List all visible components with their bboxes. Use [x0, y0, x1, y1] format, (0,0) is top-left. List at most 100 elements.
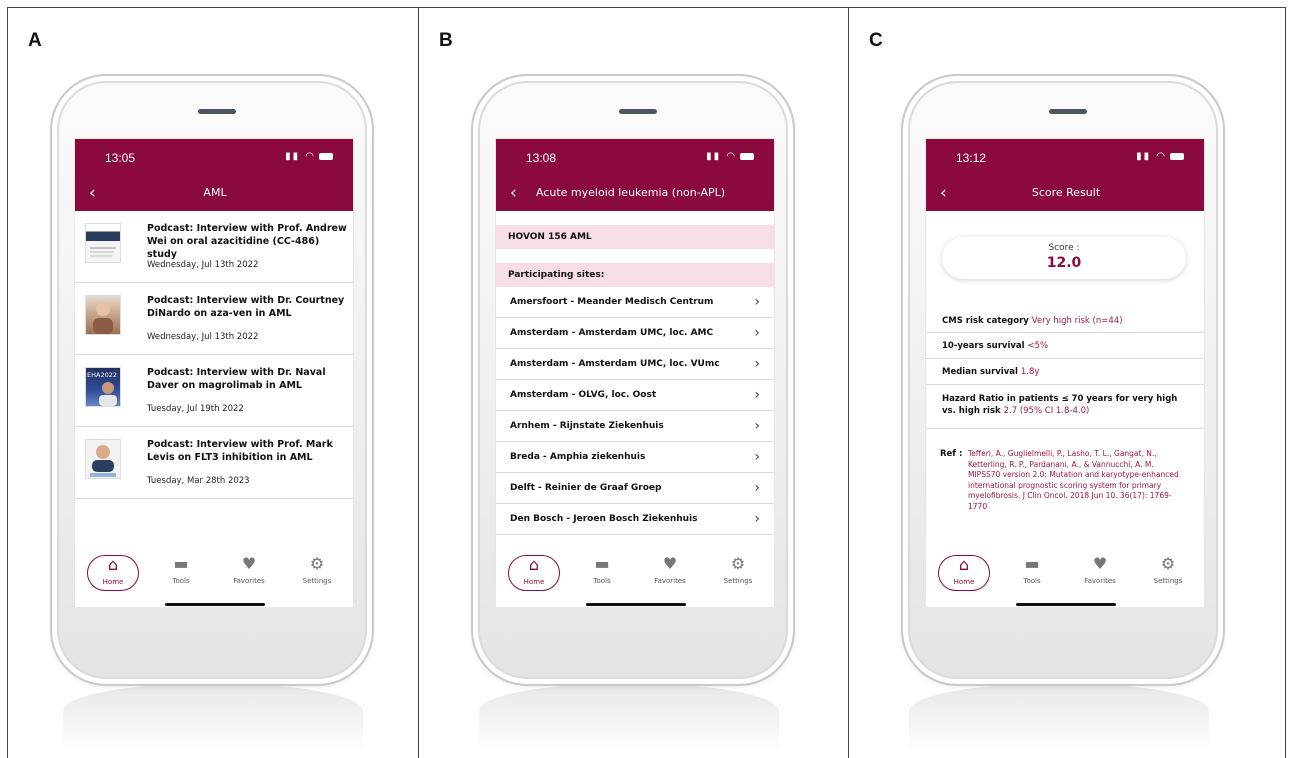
heart-icon: ♥ [1092, 554, 1108, 573]
podcast-thumbnail: EHA2022 [85, 367, 121, 407]
podcast-title: Podcast: Interview with Dr. Naval Daver … [147, 367, 326, 391]
figure-frame-right [1285, 7, 1286, 758]
panel-b: B 13:08 ▮▮ ◠ ‹ Acute myeloid leukemia (n… [419, 8, 848, 758]
tab-settings[interactable]: ⚙ Settings [291, 555, 343, 591]
site-name: Amersfoort - Meander Medisch Centrum [510, 297, 714, 307]
site-row[interactable]: Den Bosch - Jeroen Bosch Ziekenhuis › [496, 504, 774, 535]
page-title: AML [203, 186, 227, 199]
page-title: Acute myeloid leukemia (non-APL) [536, 186, 726, 199]
podcast-thumbnail [85, 295, 121, 335]
result-label: Median survival [942, 367, 1018, 377]
reference-text: Tefferi, A., Guglielmelli, P., Lasho, T.… [968, 449, 1179, 511]
podcast-date: Wednesday, Jul 13th 2022 [147, 332, 259, 342]
phone-speaker [1049, 109, 1087, 114]
nav-bar: ‹ Acute myeloid leukemia (non-APL) [496, 177, 774, 211]
tab-label: Tools [1023, 577, 1041, 585]
signal-icon: ▮▮ [285, 151, 301, 162]
site-name: Delft - Reinier de Graaf Groep [510, 483, 662, 493]
score-label: Score : [1048, 243, 1080, 253]
list-item[interactable]: Podcast: Interview with Dr. Courtney DiN… [75, 283, 353, 355]
tab-tools[interactable]: ▬ Tools [576, 555, 628, 591]
person-photo-icon [93, 302, 113, 334]
site-row[interactable]: Delft - Reinier de Graaf Groep › [496, 473, 774, 504]
back-chevron-icon[interactable]: ‹ [510, 183, 517, 203]
tab-home[interactable]: ⌂ Home [87, 555, 139, 591]
list-item[interactable]: Podcast: Interview with Prof. Mark Levis… [75, 427, 353, 499]
tab-favorites[interactable]: ♥ Favorites [644, 555, 696, 591]
gear-icon: ⚙ [1160, 554, 1176, 573]
site-row[interactable]: Arnhem - Rijnstate Ziekenhuis › [496, 411, 774, 442]
tab-bar: ⌂ Home ▬ Tools ♥ Favorites ⚙ Settings [926, 541, 1204, 607]
heart-icon: ♥ [241, 554, 257, 573]
wifi-icon: ◠ [726, 151, 737, 162]
status-time: 13:05 [105, 151, 136, 165]
podcast-title: Podcast: Interview with Dr. Courtney DiN… [147, 295, 345, 319]
tab-label: Home [523, 578, 545, 586]
podcast-title: Podcast: Interview with Prof. Mark Levis… [147, 439, 333, 463]
tab-label: Tools [593, 577, 611, 585]
result-row: Hazard Ratio in patients ≤ 70 years for … [926, 385, 1204, 429]
result-label: CMS risk category [942, 316, 1029, 326]
status-icons: ▮▮ ◠ [706, 151, 754, 162]
podcast-title: Podcast: Interview with Prof. Andrew Wei… [147, 223, 347, 260]
panel-c: C 13:12 ▮▮ ◠ ‹ Score Result Score : 12.0… [849, 8, 1285, 758]
chevron-right-icon: › [754, 511, 760, 527]
site-name: Den Bosch - Jeroen Bosch Ziekenhuis [510, 514, 698, 524]
podcast-date: Wednesday, Jul 13th 2022 [147, 260, 259, 270]
battery-icon [1170, 152, 1184, 160]
tab-settings[interactable]: ⚙ Settings [1142, 555, 1194, 591]
list-item[interactable]: EHA2022 Podcast: Interview with Dr. Nava… [75, 355, 353, 427]
phone-frame: 13:12 ▮▮ ◠ ‹ Score Result Score : 12.0 C… [901, 74, 1225, 686]
result-row: Median survival 1.8y [926, 359, 1204, 385]
site-name: Arnhem - Rijnstate Ziekenhuis [510, 421, 664, 431]
tab-label: Home [102, 578, 124, 586]
result-value: Very high risk (n=44) [1031, 316, 1123, 326]
site-row[interactable]: Amsterdam - Amsterdam UMC, loc. AMC › [496, 318, 774, 349]
podcast-list: Podcast: Interview with Prof. Andrew Wei… [75, 211, 353, 541]
panel-letter: A [28, 30, 42, 51]
phone-speaker [619, 109, 657, 114]
result-label: 10-years survival [942, 341, 1025, 351]
phone-reflection [909, 683, 1209, 753]
chevron-right-icon: › [754, 325, 760, 341]
tab-favorites[interactable]: ♥ Favorites [1074, 555, 1126, 591]
status-time: 13:08 [526, 151, 557, 165]
site-row[interactable]: Amersfoort - Meander Medisch Centrum › [496, 287, 774, 318]
wifi-icon: ◠ [305, 151, 316, 162]
reference-label: Ref : [940, 449, 963, 459]
gear-icon: ⚙ [730, 554, 746, 573]
tab-tools[interactable]: ▬ Tools [1006, 555, 1058, 591]
list-item[interactable]: Podcast: Interview with Prof. Andrew Wei… [75, 211, 353, 283]
tab-settings[interactable]: ⚙ Settings [712, 555, 764, 591]
score-result: Score : 12.0 CMS risk category Very high… [926, 211, 1204, 541]
phone-reflection [479, 683, 779, 753]
home-indicator [1016, 603, 1116, 606]
toolbox-icon: ▬ [594, 554, 610, 573]
tab-label: Favorites [1084, 577, 1116, 585]
podcast-thumbnail [85, 223, 121, 263]
score-card: Score : 12.0 [942, 237, 1186, 279]
status-bar: 13:08 ▮▮ ◠ [496, 139, 774, 177]
site-row[interactable]: Amsterdam - OLVG, loc. Oost › [496, 380, 774, 411]
heart-icon: ♥ [662, 554, 678, 573]
chevron-right-icon: › [754, 356, 760, 372]
result-value: 2.7 (95% CI 1.8-4.0) [1003, 406, 1090, 416]
tab-tools[interactable]: ▬ Tools [155, 555, 207, 591]
person-photo-icon: EHA2022 [87, 371, 117, 406]
site-row[interactable]: Breda - Amphia ziekenhuis › [496, 442, 774, 473]
tab-home[interactable]: ⌂ Home [938, 555, 990, 591]
panel-a: A 13:05 ▮▮ ◠ ‹ AML Podcast: Interview wi… [8, 8, 418, 758]
tab-home[interactable]: ⌂ Home [508, 555, 560, 591]
home-icon: ⌂ [528, 555, 540, 574]
tab-bar: ⌂ Home ▬ Tools ♥ Favorites ⚙ Settings [496, 541, 774, 607]
tab-bar: ⌂ Home ▬ Tools ♥ Favorites ⚙ Settings [75, 541, 353, 607]
phone-reflection [63, 683, 363, 753]
tab-label: Favorites [654, 577, 686, 585]
podcast-date: Tuesday, Mar 28th 2023 [147, 476, 250, 486]
tab-favorites[interactable]: ♥ Favorites [223, 555, 275, 591]
site-row[interactable]: Amsterdam - Amsterdam UMC, loc. VUmc › [496, 349, 774, 380]
chevron-right-icon: › [754, 387, 760, 403]
result-row: CMS risk category Very high risk (n=44) [926, 309, 1204, 333]
phone-frame: 13:05 ▮▮ ◠ ‹ AML Podcast: Interview with… [50, 74, 374, 686]
phone-frame: 13:08 ▮▮ ◠ ‹ Acute myeloid leukemia (non… [471, 74, 795, 686]
